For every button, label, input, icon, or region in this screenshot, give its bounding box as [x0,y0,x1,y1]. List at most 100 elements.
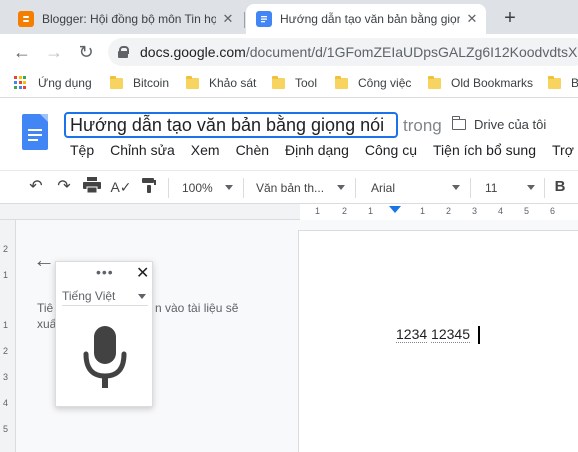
ruler-label: 1 [315,206,321,216]
bookmark-folder[interactable]: Old Bookmarks [428,75,534,90]
address-bar[interactable]: docs.google.com/document/d/1GFomZEIaUDps… [108,38,578,66]
ruler-label: 2 [3,244,9,254]
ruler-label: 2 [446,206,452,216]
menu-edit[interactable]: Chỉnh sửa [102,142,183,162]
close-icon[interactable]: ✕ [136,263,149,283]
bookmark-label: Ứng dụng [38,76,92,90]
menu-view[interactable]: Xem [183,142,228,162]
folder-icon [335,75,348,89]
bookmark-folder[interactable]: B [548,75,578,90]
folder-icon [548,75,561,89]
chevron-down-icon [225,185,233,190]
folder-icon [186,75,199,89]
document-body-text[interactable]: 1234 12345 [396,326,470,343]
document-word: 1234 [396,326,428,343]
ruler-label: 6 [550,206,556,216]
tab-separator [244,12,245,28]
forward-icon[interactable]: → [44,42,64,62]
bookmark-label: Công việc [358,76,412,90]
title-overflow-text: trong [403,116,442,135]
language-select[interactable]: Tiếng Việt [62,288,148,306]
bookmark-folder[interactable]: Tool [272,75,317,90]
menu-tools[interactable]: Công cụ [357,142,425,162]
ruler-label: 3 [472,206,478,216]
tab-title: Hướng dẫn tạo văn bản bằng giọng nói [280,12,460,26]
folder-icon [428,75,441,89]
menu-help[interactable]: Trợ giú [544,142,578,162]
toolbar-divider [470,178,471,198]
reload-icon[interactable]: ↻ [76,42,96,62]
menu-addons[interactable]: Tiện ích bổ sung [425,142,544,162]
ruler-label: 5 [3,424,9,434]
indent-marker-icon[interactable] [389,206,401,213]
ruler-label: 1 [420,206,426,216]
chevron-down-icon [138,294,146,299]
font-select[interactable]: Arial [371,178,395,198]
bookmark-label: Old Bookmarks [451,76,534,90]
lock-icon [118,46,129,58]
navigation-bar: ← → ↻ docs.google.com/document/d/1GFomZE… [0,34,578,70]
move-to-drive-button[interactable]: Drive của tôi [451,116,547,132]
voice-typing-panel: ••• ✕ Tiếng Việt [55,261,153,407]
close-tab-icon[interactable]: ✕ [220,11,236,27]
redo-icon[interactable]: ↷ [54,177,74,197]
ruler-label: 4 [3,398,9,408]
tab-title: Blogger: Hội đồng bộ môn Tin học [42,12,216,26]
document-title-input[interactable]: Hướng dẫn tạo văn bản bằng giọng nói [64,112,398,138]
document-word: 12345 [431,326,470,343]
url-host: docs.google.com [140,44,246,60]
docs-logo-icon[interactable] [22,114,48,150]
vertical-ruler[interactable]: 2 1 1 2 3 4 5 [0,220,16,452]
menu-file[interactable]: Tệp [62,142,102,162]
bookmarks-bar: Ứng dụng Bitcoin Khảo sát Tool Công việc… [0,70,578,98]
toolbar-divider [168,178,169,198]
outline-hint-text-right: n vào tài liệu sẽ [155,301,239,315]
microphone-icon[interactable] [80,324,130,390]
toolbar-divider [544,178,545,198]
ruler-label: 4 [498,206,504,216]
ruler-label: 1 [3,320,9,330]
paint-format-icon[interactable] [140,177,158,197]
tab-blogger[interactable]: Blogger: Hội đồng bộ môn Tin học ✕ [8,4,242,34]
folder-icon [110,75,123,89]
tab-docs[interactable]: Hướng dẫn tạo văn bản bằng giọng nói ✕ [246,4,486,34]
bookmark-folder[interactable]: Khảo sát [186,75,257,90]
ruler-label: 3 [3,372,9,382]
ruler-label: 1 [3,270,9,280]
menu-format[interactable]: Định dạng [277,142,357,162]
back-arrow-icon[interactable]: ← [33,249,55,271]
language-label: Tiếng Việt [62,289,116,303]
zoom-select[interactable]: 100% [182,178,213,198]
bold-button[interactable]: B [552,177,568,197]
undo-icon[interactable]: ↶ [26,177,46,197]
font-size-select[interactable]: 11 [485,178,497,198]
ruler-label: 2 [3,346,9,356]
close-tab-icon[interactable]: ✕ [464,11,480,27]
horizontal-ruler[interactable]: 1 2 1 1 2 3 4 5 6 [0,204,578,220]
chevron-down-icon [452,185,460,190]
bookmark-label: Bitcoin [133,76,170,90]
menu-insert[interactable]: Chèn [228,142,277,162]
formatting-toolbar: ↶ ↷ A✓ 100% Văn bản th... Arial 11 B [0,170,578,204]
new-tab-button[interactable]: + [498,6,522,30]
bookmark-folder[interactable]: Bitcoin [110,75,170,90]
ruler-label: 2 [342,206,348,216]
toolbar-divider [243,178,244,198]
bookmark-apps[interactable]: Ứng dụng [14,76,92,90]
url-path: /document/d/1GFomZEIaUDpsGALZg6I12Koodvd… [245,44,578,60]
bookmark-folder[interactable]: Công việc [335,75,412,90]
folder-icon [272,75,285,89]
back-icon[interactable]: ← [12,42,32,62]
bookmark-label: Khảo sát [209,76,257,90]
ruler-label: 5 [524,206,530,216]
chevron-down-icon [337,185,345,190]
more-options-icon[interactable]: ••• [96,264,114,280]
spellcheck-icon[interactable]: A✓ [110,177,132,197]
menu-bar: Tệp Chỉnh sửa Xem Chèn Định dạng Công cụ… [62,142,578,162]
print-icon[interactable] [82,177,102,197]
drive-label: Drive của tôi [474,117,547,132]
paragraph-style-select[interactable]: Văn bản th... [256,178,324,198]
outline-hint-text-left: Tiê xuấ [37,301,57,331]
tab-strip: Blogger: Hội đồng bộ môn Tin học ✕ Hướng… [0,0,578,34]
chevron-down-icon [527,185,535,190]
